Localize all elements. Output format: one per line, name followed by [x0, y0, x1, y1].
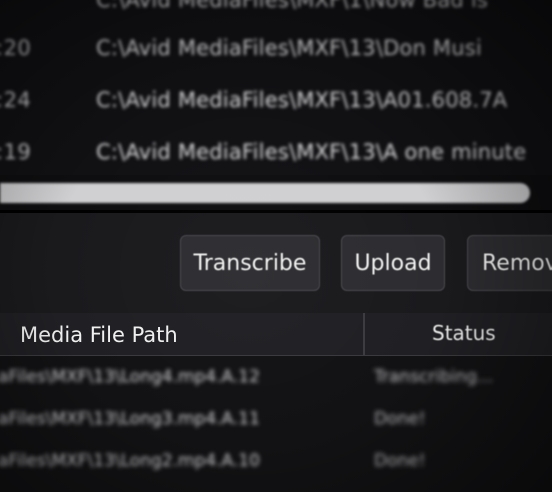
table-header: Media File Path Status: [0, 313, 552, 356]
table-row[interactable]: aFiles\MXF\13\Long2.mp4.A.10 Done!: [0, 447, 552, 487]
column-header-status[interactable]: Status: [432, 321, 496, 345]
list-item-path: C:\Avid MediaFiles\MXF\13\Don Musi: [96, 36, 482, 60]
column-header-media-file-path[interactable]: Media File Path: [20, 323, 178, 347]
list-item[interactable]: :19 C:\Avid MediaFiles\MXF\13\A one minu…: [0, 140, 552, 170]
column-divider[interactable]: [363, 313, 365, 355]
list-item-time: :19: [0, 140, 32, 164]
row-media-path: aFiles\MXF\13\Long4.mp4.A.12: [0, 367, 260, 387]
list-item-path: C:\Avid MediaFiles\MXF\1\Now Bad is: [96, 0, 489, 12]
row-media-path: aFiles\MXF\13\Long2.mp4.A.10: [0, 451, 260, 471]
row-status: Done!: [374, 409, 426, 429]
toolbar: Transcribe Upload Remov: [0, 213, 552, 313]
transcribe-button[interactable]: Transcribe: [180, 235, 320, 291]
row-status: Done!: [374, 451, 426, 471]
list-item-time: :24: [0, 88, 32, 112]
remove-button[interactable]: Remov: [467, 235, 552, 291]
list-item[interactable]: :24 C:\Avid MediaFiles\MXF\13\A01.608.7A: [0, 88, 552, 118]
row-status: Transcribing...: [374, 367, 494, 387]
horizontal-scrollbar[interactable]: [0, 183, 530, 203]
list-item[interactable]: C:\Avid MediaFiles\MXF\1\Now Bad is: [0, 0, 552, 18]
upload-button[interactable]: Upload: [341, 235, 445, 291]
file-list: C:\Avid MediaFiles\MXF\1\Now Bad is :20 …: [0, 0, 552, 175]
list-item-path: C:\Avid MediaFiles\MXF\13\A01.608.7A: [96, 88, 508, 112]
table-row[interactable]: aFiles\MXF\13\Long3.mp4.A.11 Done!: [0, 405, 552, 445]
list-item-time: :20: [0, 36, 32, 60]
list-item-path: C:\Avid MediaFiles\MXF\13\A one minute: [96, 140, 527, 164]
media-table: Media File Path Status aFiles\MXF\13\Lon…: [0, 313, 552, 492]
row-media-path: aFiles\MXF\13\Long3.mp4.A.11: [0, 409, 260, 429]
list-item[interactable]: :20 C:\Avid MediaFiles\MXF\13\Don Musi: [0, 36, 552, 66]
table-row[interactable]: aFiles\MXF\13\Long4.mp4.A.12 Transcribin…: [0, 363, 552, 403]
